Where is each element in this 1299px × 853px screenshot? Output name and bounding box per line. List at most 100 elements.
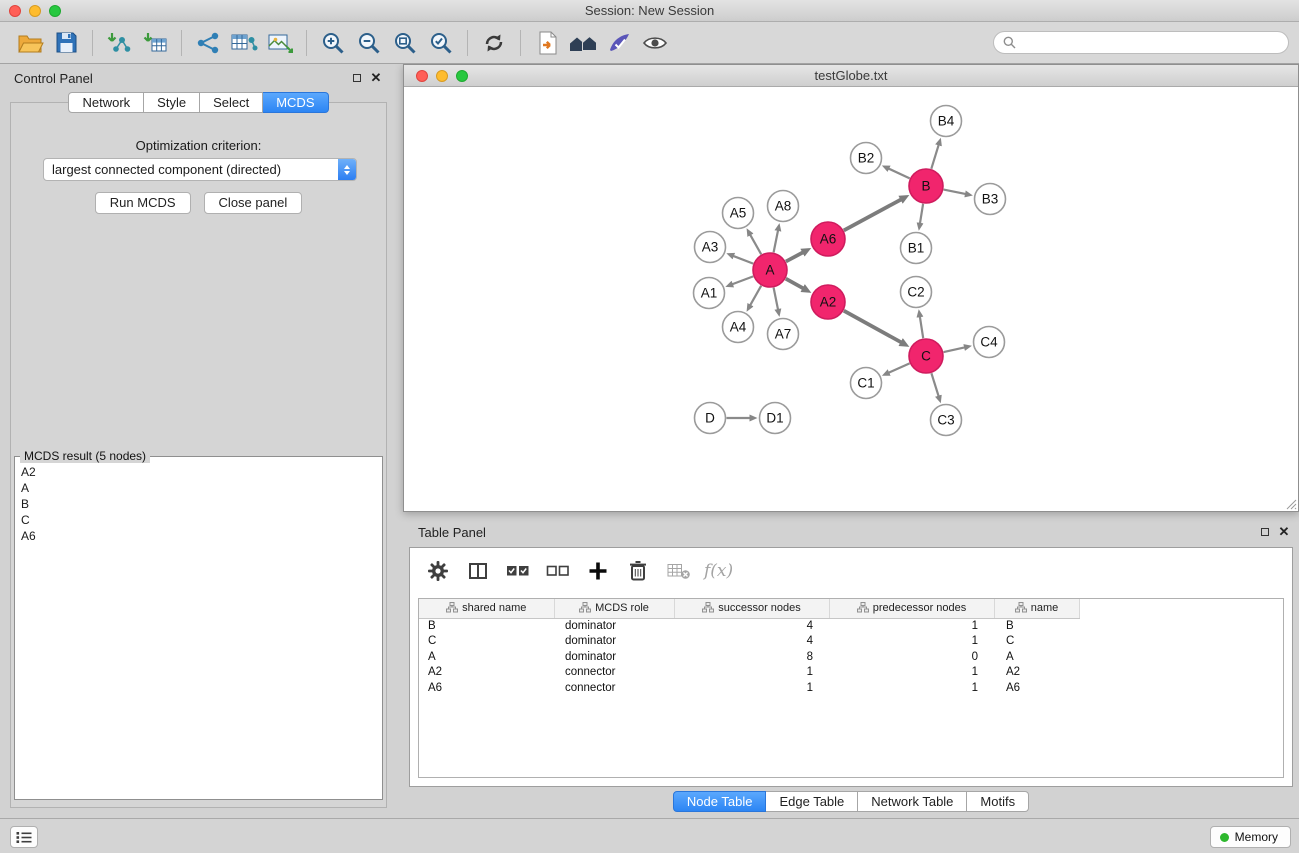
column-header[interactable]: MCDS role	[554, 599, 674, 618]
show-panels-button[interactable]	[10, 826, 38, 848]
tab-network[interactable]: Network	[68, 92, 144, 113]
close-panel-button[interactable]: ✕	[1278, 526, 1290, 538]
table-row[interactable]: Adominator80A	[419, 649, 1283, 665]
edge-A2-C[interactable]	[844, 311, 902, 343]
node-B4[interactable]: B4	[931, 106, 962, 137]
minimize-window-button[interactable]	[29, 5, 41, 17]
memory-button[interactable]: Memory	[1210, 826, 1291, 848]
result-item[interactable]: C	[21, 512, 382, 528]
search-input[interactable]	[1021, 36, 1288, 50]
edge-A-A1[interactable]	[732, 276, 753, 284]
search-field[interactable]	[993, 31, 1289, 54]
tab-select[interactable]: Select	[200, 92, 263, 113]
table-row[interactable]: A2connector11A2	[419, 665, 1283, 681]
edge-A-A7[interactable]	[774, 288, 779, 310]
zoom-out-button[interactable]	[351, 26, 387, 60]
node-A2[interactable]: A2	[811, 285, 845, 319]
node-B[interactable]: B	[909, 169, 943, 203]
export-table-button[interactable]	[226, 26, 262, 60]
zoom-window-button[interactable]	[49, 5, 61, 17]
edge-A-A4[interactable]	[750, 286, 761, 306]
column-header[interactable]: shared name	[419, 599, 554, 618]
save-session-button[interactable]	[48, 26, 84, 60]
close-panel-button[interactable]: ✕	[370, 72, 382, 84]
zoom-fit-button[interactable]	[387, 26, 423, 60]
float-panel-button[interactable]	[351, 72, 363, 84]
node-B1[interactable]: B1	[901, 233, 932, 264]
select-all-button[interactable]	[502, 555, 534, 587]
node-A4[interactable]: A4	[723, 312, 754, 343]
node-C4[interactable]: C4	[974, 327, 1005, 358]
node-D[interactable]: D	[695, 403, 726, 434]
edge-A-A8[interactable]	[774, 230, 779, 252]
add-column-button[interactable]	[582, 555, 614, 587]
node-A1[interactable]: A1	[694, 278, 725, 309]
zoom-window-button[interactable]	[456, 70, 468, 82]
close-window-button[interactable]	[9, 5, 21, 17]
edge-C-C2[interactable]	[920, 316, 923, 338]
node-C3[interactable]: C3	[931, 405, 962, 436]
close-window-button[interactable]	[416, 70, 428, 82]
home-button[interactable]	[565, 26, 601, 60]
node-D1[interactable]: D1	[760, 403, 791, 434]
edge-B-B4[interactable]	[931, 144, 939, 168]
node-B2[interactable]: B2	[851, 143, 882, 174]
result-item[interactable]: A2	[21, 464, 382, 480]
resize-grip-icon[interactable]	[1285, 498, 1297, 510]
node-A8[interactable]: A8	[768, 191, 799, 222]
node-A[interactable]: A	[753, 253, 787, 287]
table-row[interactable]: A6connector11A6	[419, 680, 1283, 696]
style-validate-button[interactable]	[601, 26, 637, 60]
export-network-button[interactable]	[190, 26, 226, 60]
network-canvas[interactable]: A A6 A2 B C A1 A3 A4 A5 A7 A8 B1 B2 B3 B4 C1 C2 C3 C4 D D1	[404, 87, 1298, 511]
node-C2[interactable]: C2	[901, 277, 932, 308]
zoom-in-button[interactable]	[315, 26, 351, 60]
optimization-dropdown[interactable]: largest connected component (directed)	[43, 158, 357, 181]
node-A7[interactable]: A7	[768, 319, 799, 350]
close-panel-action-button[interactable]: Close panel	[204, 192, 303, 214]
column-header[interactable]: successor nodes	[674, 599, 829, 618]
edge-B-B1[interactable]	[920, 204, 923, 224]
edge-A-A2[interactable]	[786, 279, 804, 289]
float-panel-button[interactable]	[1259, 526, 1271, 538]
result-item[interactable]: B	[21, 496, 382, 512]
node-C[interactable]: C	[909, 339, 943, 373]
node-table-container[interactable]: shared nameMCDS rolesuccessor nodesprede…	[418, 598, 1284, 778]
edge-C-C1[interactable]	[888, 363, 909, 373]
session-file-button[interactable]	[529, 26, 565, 60]
result-item[interactable]: A6	[21, 528, 382, 544]
edge-B-B2[interactable]	[888, 168, 910, 178]
table-row[interactable]: Bdominator41B	[419, 618, 1283, 634]
network-window-titlebar[interactable]: testGlobe.txt	[404, 65, 1298, 87]
tab-style[interactable]: Style	[144, 92, 200, 113]
edge-C-C3[interactable]	[931, 373, 938, 396]
minimize-window-button[interactable]	[436, 70, 448, 82]
table-settings-button[interactable]	[422, 555, 454, 587]
deselect-all-button[interactable]	[542, 555, 574, 587]
apply-layout-button[interactable]	[476, 26, 512, 60]
node-B3[interactable]: B3	[975, 184, 1006, 215]
tab-edge-table[interactable]: Edge Table	[766, 791, 858, 812]
edge-C-C4[interactable]	[944, 347, 966, 352]
node-C1[interactable]: C1	[851, 368, 882, 399]
edge-A6-B[interactable]	[844, 199, 902, 230]
column-header[interactable]: predecessor nodes	[829, 599, 994, 618]
function-builder-button[interactable]: f(x)	[702, 561, 733, 581]
show-hide-graphics-button[interactable]	[637, 26, 673, 60]
node-A6[interactable]: A6	[811, 222, 845, 256]
zoom-selected-button[interactable]	[423, 26, 459, 60]
table-row[interactable]: Cdominator41C	[419, 634, 1283, 650]
node-A3[interactable]: A3	[695, 232, 726, 263]
edge-A-A5[interactable]	[750, 234, 761, 254]
node-A5[interactable]: A5	[723, 198, 754, 229]
delete-table-button[interactable]	[662, 555, 694, 587]
edge-B-B3[interactable]	[944, 190, 966, 195]
tab-motifs[interactable]: Motifs	[967, 791, 1029, 812]
split-table-button[interactable]	[462, 555, 494, 587]
open-file-button[interactable]	[12, 26, 48, 60]
edge-A-A6[interactable]	[786, 252, 803, 261]
result-item[interactable]: A	[21, 480, 382, 496]
tab-network-table[interactable]: Network Table	[858, 791, 967, 812]
export-image-button[interactable]	[262, 26, 298, 60]
tab-mcds[interactable]: MCDS	[263, 92, 328, 113]
